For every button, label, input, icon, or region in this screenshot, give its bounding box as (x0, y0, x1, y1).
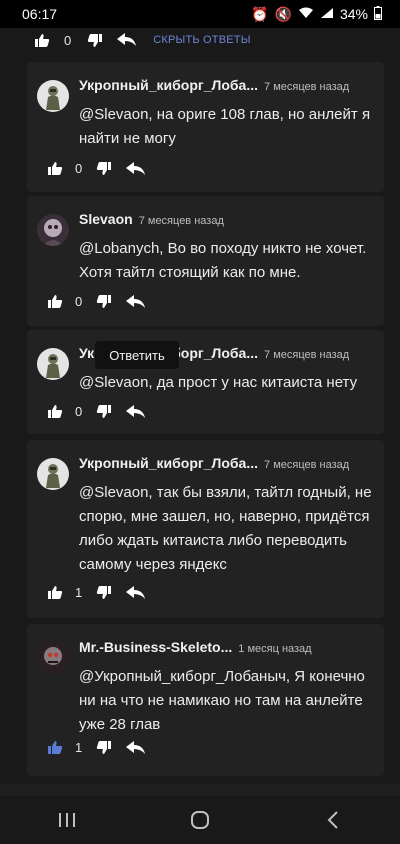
dislike-icon[interactable] (96, 585, 112, 600)
comment-actions: 0 (47, 294, 146, 309)
signal-icon (320, 6, 334, 22)
reply-icon[interactable] (126, 740, 146, 755)
comment-date: 7 месяцев назад (264, 81, 350, 93)
status-bar: 06:17 ⏰ 🔇 34% (0, 0, 400, 28)
home-icon (190, 811, 209, 829)
alarm-icon: ⏰ (251, 5, 269, 22)
battery-level: 34% (339, 6, 368, 22)
avatar[interactable] (37, 80, 69, 112)
avatar[interactable] (37, 348, 69, 380)
back-icon (327, 811, 339, 829)
reply-icon[interactable] (117, 33, 137, 47)
like-count: 0 (75, 161, 83, 176)
comment-date: 7 месяцев назад (138, 215, 224, 227)
comment-actions: 0 (47, 161, 146, 176)
recent-apps-button[interactable] (37, 800, 97, 840)
like-count: 1 (75, 740, 83, 755)
reply-tooltip: Ответить (95, 341, 179, 369)
like-icon-active[interactable] (47, 740, 63, 755)
dislike-icon[interactable] (96, 404, 112, 419)
comment-text: @Slevaon, да прост у нас китаиста нету (79, 374, 358, 391)
mute-icon: 🔇 (274, 5, 292, 22)
dislike-icon[interactable] (96, 294, 112, 309)
comment-author[interactable]: Slevaon (79, 211, 133, 227)
like-count: 1 (75, 585, 83, 600)
comment-date: 1 месяц назад (238, 643, 312, 655)
dislike-icon[interactable] (87, 33, 103, 48)
comment-card: Mr.-Business-Skeleto... 1 месяц назад @У… (27, 624, 384, 776)
avatar[interactable] (37, 642, 69, 674)
comment-text: @Slevaon, так бы взяли, тайтл годный, не… (79, 484, 372, 573)
comment-card: Укропный_киборг_Лоба... 7 месяцев назад … (27, 62, 384, 192)
reply-icon[interactable] (126, 404, 146, 419)
comment-actions: 0 (47, 404, 146, 419)
comment-actions: 1 (47, 740, 146, 755)
like-count: 0 (75, 404, 83, 419)
like-icon[interactable] (47, 161, 63, 176)
comment-actions: 1 (47, 585, 146, 600)
comment-text: @Lobanych, Во во походу никто не хочет. … (79, 240, 367, 281)
like-icon[interactable] (47, 404, 63, 419)
reply-icon[interactable] (126, 294, 146, 309)
comment-text: @Укропный_киборг_Лобаныч, Я конечно ни н… (79, 668, 365, 733)
comment-card: Укропный_киборг_Лоба... 7 месяцев назад … (27, 330, 384, 434)
like-count: 0 (64, 32, 72, 48)
reply-icon[interactable] (126, 585, 146, 600)
battery-icon (374, 5, 382, 23)
parent-comment-actions: 0 СКРЫТЬ ОТВЕТЫ (0, 28, 400, 52)
like-icon[interactable] (47, 585, 63, 600)
system-navigation-bar (0, 796, 400, 844)
like-icon[interactable] (34, 33, 50, 48)
avatar[interactable] (37, 458, 69, 490)
status-time: 06:17 (22, 6, 58, 22)
back-button[interactable] (303, 800, 363, 840)
like-icon[interactable] (47, 294, 63, 309)
comment-text: @Slevaon, на ориге 108 глав, но анлейт я… (79, 106, 371, 147)
recent-apps-icon (58, 813, 75, 827)
comment-card: Укропный_киборг_Лоба... 7 месяцев назад … (27, 440, 384, 618)
dislike-icon[interactable] (96, 740, 112, 755)
reply-icon[interactable] (126, 161, 146, 176)
hide-replies-button[interactable]: СКРЫТЬ ОТВЕТЫ (153, 34, 250, 46)
comment-author[interactable]: Mr.-Business-Skeleto... (79, 639, 232, 655)
comment-author[interactable]: Укропный_киборг_Лоба... (79, 455, 258, 471)
dislike-icon[interactable] (96, 161, 112, 176)
home-button[interactable] (170, 800, 230, 840)
like-count: 0 (75, 294, 83, 309)
comment-date: 7 месяцев назад (264, 349, 350, 361)
avatar[interactable] (37, 214, 69, 246)
comment-date: 7 месяцев назад (264, 459, 350, 471)
status-icons: ⏰ 🔇 34% (251, 5, 382, 23)
comment-author[interactable]: Укропный_киборг_Лоба... (79, 77, 258, 93)
wifi-icon (298, 6, 314, 22)
comment-card: Slevaon 7 месяцев назад @Lobanych, Во во… (27, 196, 384, 326)
